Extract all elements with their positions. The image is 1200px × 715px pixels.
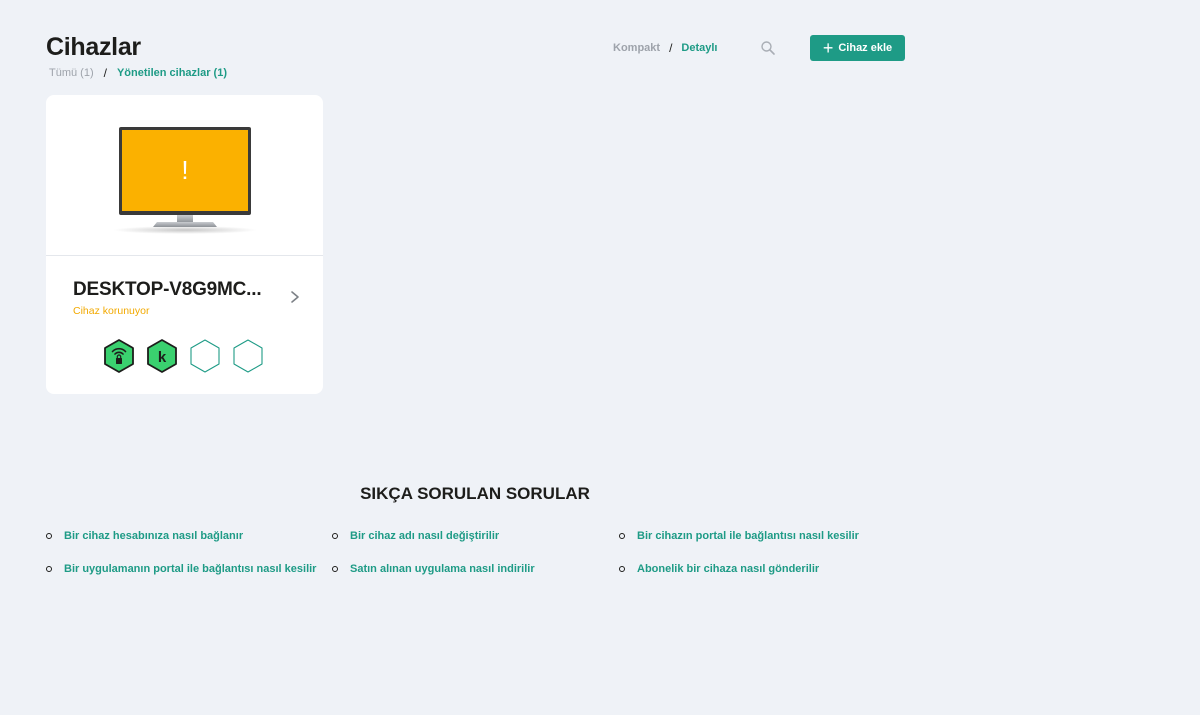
view-separator: / (669, 41, 673, 55)
device-name: DESKTOP-V8G9MC... (73, 279, 262, 300)
svg-text:!: ! (181, 155, 188, 185)
device-filter-bar: Tümü (1) / Yönetilen cihazlar (1) (49, 66, 227, 80)
faq-link[interactable]: Abonelik bir cihaza nasıl gönderilir (619, 563, 819, 575)
bullet-icon (46, 566, 52, 572)
bullet-icon (332, 533, 338, 539)
wifi-lock-icon[interactable] (101, 338, 137, 374)
empty-slot-icon (230, 338, 266, 374)
faq-link[interactable]: Bir cihaz adı nasıl değiştirilir (332, 530, 499, 542)
bullet-icon (46, 533, 52, 539)
installed-apps: k (101, 338, 266, 374)
page-title: Cihazlar (46, 33, 141, 61)
view-mode-toggle: Kompakt / Detaylı (613, 41, 717, 55)
faq-link[interactable]: Bir cihaz hesabınıza nasıl bağlanır (46, 530, 243, 542)
bullet-icon (619, 566, 625, 572)
devices-page: Cihazlar Tümü (1) / Yönetilen cihazlar (… (0, 0, 1200, 715)
monitor-icon: ! (112, 127, 257, 234)
device-image: ! (46, 95, 323, 256)
faq-link[interactable]: Satın alınan uygulama nasıl indirilir (332, 563, 535, 575)
view-detailed-link[interactable]: Detaylı (681, 42, 717, 54)
faq-link[interactable]: Bir uygulamanın portal ile bağlantısı na… (46, 563, 316, 575)
bullet-icon (619, 533, 625, 539)
plus-icon: + (822, 38, 834, 58)
device-card[interactable]: ! DESKTOP-V8G9MC... Cihaz korunuyor k (46, 95, 323, 394)
view-compact-link[interactable]: Kompakt (613, 42, 660, 54)
faq-link[interactable]: Bir cihazın portal ile bağlantısı nasıl … (619, 530, 859, 542)
filter-separator: / (103, 66, 107, 80)
add-device-label: Cihaz ekle (838, 42, 893, 54)
chevron-right-icon[interactable] (289, 290, 301, 304)
filter-managed-link[interactable]: Yönetilen cihazlar (1) (117, 67, 227, 79)
faq-title: SIKÇA SORULAN SORULAR (360, 484, 590, 503)
empty-slot-icon (187, 338, 223, 374)
filter-all-link[interactable]: Tümü (1) (49, 67, 94, 79)
device-status: Cihaz korunuyor (73, 305, 150, 317)
svg-text:k: k (158, 349, 167, 366)
bullet-icon (332, 566, 338, 572)
search-icon[interactable] (760, 40, 776, 56)
add-device-button[interactable]: + Cihaz ekle (810, 35, 905, 61)
kaspersky-k-icon[interactable]: k (144, 338, 180, 374)
